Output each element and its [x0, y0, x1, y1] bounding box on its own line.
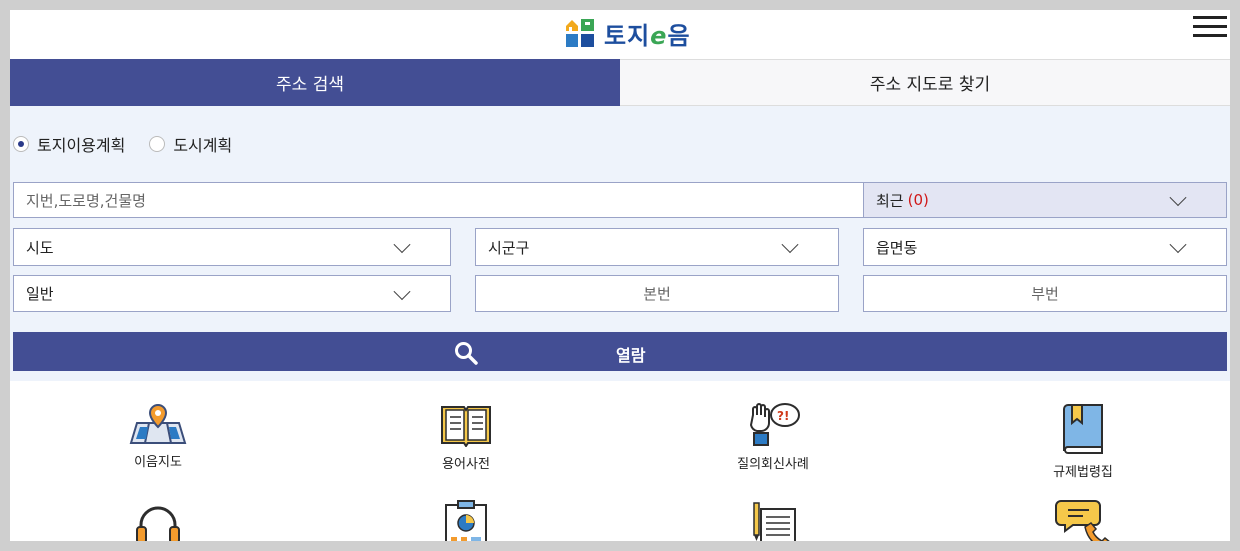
quick-link-qna-cases[interactable]: ?! 질의회신사례 — [693, 401, 853, 472]
recent-count: (0) — [907, 191, 929, 209]
plan-type-radio-group: 토지이용계획 도시계획 — [13, 132, 232, 156]
app-frame: 토지e음 주소 검색 주소 지도로 찾기 토지이용계획 도시계획 지번,도로명,… — [10, 10, 1230, 541]
tab-map-search[interactable]: 주소 지도로 찾기 — [620, 59, 1230, 106]
address-search-input[interactable]: 지번,도로명,건물명 — [13, 182, 864, 218]
chevron-down-icon — [393, 236, 411, 254]
quick-links-grid: 이음지도 용어사전 ?! 질의회신사례 규제법령집 — [10, 381, 1230, 541]
chat-phone-icon — [1055, 500, 1110, 541]
eupmyeondong-select[interactable]: 읍면동 — [863, 228, 1227, 266]
main-lot-number-input[interactable]: 본번 — [475, 275, 839, 312]
radio-checked-icon — [13, 136, 29, 152]
search-panel: 토지이용계획 도시계획 지번,도로명,건물명 최근(0) 시도 시군구 읍면동 — [10, 106, 1230, 381]
map-pin-icon — [129, 403, 187, 444]
logo-house-icon — [566, 19, 594, 47]
quick-link-statistics[interactable] — [386, 499, 546, 541]
quick-link-notice[interactable] — [693, 501, 853, 541]
bookmark-book-icon — [1063, 404, 1103, 454]
document-pencil-icon — [753, 502, 796, 541]
hamburger-menu-icon[interactable] — [1193, 16, 1227, 38]
quick-link-map[interactable]: 이음지도 — [78, 403, 238, 470]
quick-link-contact[interactable] — [1003, 497, 1163, 541]
headset-icon — [136, 506, 180, 541]
quick-link-regulations[interactable]: 규제법령집 — [1003, 403, 1163, 480]
chevron-down-icon — [1169, 189, 1187, 207]
view-button[interactable]: 열람 — [13, 332, 1227, 371]
header: 토지e음 — [10, 10, 1230, 59]
sido-select[interactable]: 시도 — [13, 228, 451, 266]
search-icon — [455, 342, 478, 365]
tab-bar: 주소 검색 주소 지도로 찾기 — [10, 59, 1230, 106]
logo-text: 토지e음 — [604, 21, 691, 50]
question-hand-icon: ?! — [749, 403, 800, 446]
chevron-down-icon — [393, 282, 411, 300]
radio-unchecked-icon — [149, 136, 166, 152]
sub-lot-number-input[interactable]: 부번 — [863, 275, 1227, 312]
quick-link-glossary[interactable]: 용어사전 — [386, 403, 546, 472]
chevron-down-icon — [781, 236, 799, 254]
land-type-select[interactable]: 일반 — [13, 275, 451, 312]
sigungu-select[interactable]: 시군구 — [475, 228, 839, 266]
quick-link-help-center[interactable] — [78, 503, 238, 541]
svg-text:?!: ?! — [777, 409, 789, 423]
clipboard-chart-icon — [445, 500, 487, 541]
recent-search-dropdown[interactable]: 최근 (0) — [863, 182, 1227, 218]
tab-address-search[interactable]: 주소 검색 — [10, 59, 620, 106]
logo[interactable]: 토지e음 — [564, 15, 691, 51]
radio-land-use-plan[interactable]: 토지이용계획 — [13, 132, 125, 156]
radio-urban-plan[interactable]: 도시계획 — [149, 132, 232, 156]
chevron-down-icon — [1169, 236, 1187, 254]
book-icon — [441, 406, 491, 447]
